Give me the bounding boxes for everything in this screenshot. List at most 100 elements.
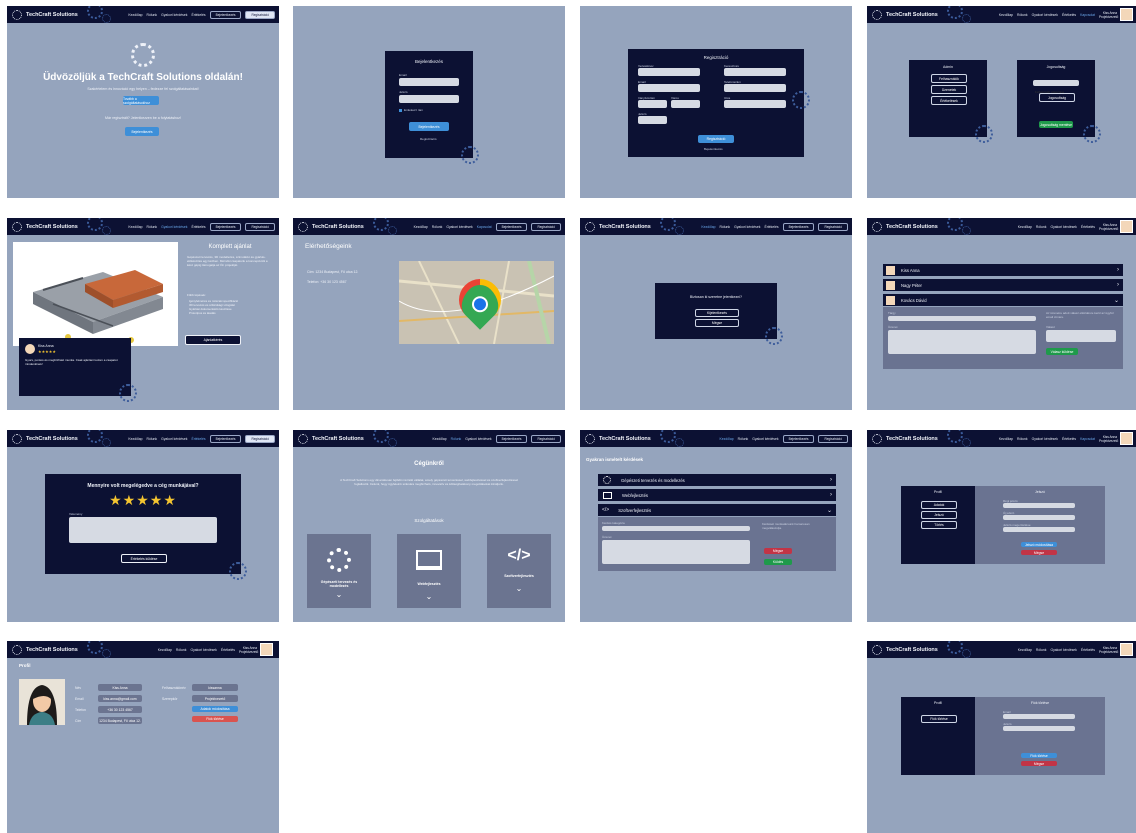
nav-link-faq[interactable]: Gyakori kérdések — [1032, 13, 1058, 17]
send-button[interactable]: Küldés — [764, 559, 792, 565]
services-button[interactable]: Tovább a szolgáltatásokhoz — [123, 96, 159, 105]
nav-link-about[interactable]: Rólunk — [147, 437, 158, 441]
login-button[interactable]: Bejelentkezés — [495, 434, 528, 443]
permission-button[interactable]: Jogosultság — [1039, 93, 1075, 102]
email-field[interactable] — [638, 84, 700, 92]
faq-row[interactable]: Gépészeti tervezés és modellezés › — [598, 474, 836, 486]
nav-link-rating[interactable]: Értékelés — [1062, 13, 1076, 17]
message-row[interactable]: Nagy Péter › — [883, 279, 1123, 291]
profile-delete-button[interactable]: Fiók törlése — [921, 715, 957, 723]
chevron-down-icon[interactable]: ⌄ — [336, 590, 343, 599]
reply-field[interactable] — [1046, 330, 1116, 342]
cancel-button[interactable]: Mégse — [764, 548, 792, 554]
nav-link-faq[interactable]: Gyakori kérdések — [161, 225, 187, 229]
new-password-field[interactable] — [1003, 515, 1075, 520]
nav-link-faq[interactable]: Gyakori kérdések — [161, 13, 187, 17]
nav-link-faq[interactable]: Gyakori kérdések — [1050, 225, 1076, 229]
nav-link-about[interactable]: Rólunk — [1036, 225, 1047, 229]
avatar[interactable] — [1120, 432, 1133, 445]
old-password-field[interactable] — [1003, 503, 1075, 508]
chevron-down-icon[interactable]: ⌄ — [516, 584, 523, 593]
ratings-button[interactable]: Értékelések — [931, 96, 967, 105]
service-card-web[interactable]: Webfejlesztés ⌄ — [397, 534, 461, 608]
user-select[interactable]: Felhasználó választása — [1033, 80, 1079, 94]
remember-checkbox[interactable] — [399, 109, 402, 112]
login-button[interactable]: Bejelentkezés — [209, 434, 242, 443]
message-row[interactable]: Kiss Anna › — [883, 264, 1123, 276]
nav-link-home[interactable]: Kezdőlap — [1018, 225, 1032, 229]
profile-delete-button[interactable]: Törlés — [921, 521, 957, 529]
register-submit-button[interactable]: Regisztráció — [698, 135, 734, 143]
avatar[interactable] — [1120, 8, 1133, 21]
zip-field[interactable] — [638, 100, 667, 108]
nav-link-faq[interactable]: Gyakori kérdések — [161, 437, 187, 441]
send-reply-button[interactable]: Válasz küldése — [1046, 348, 1078, 355]
nav-link-home[interactable]: Kezdőlap — [999, 13, 1013, 17]
edit-profile-button[interactable]: Adatok módosítása — [192, 706, 238, 712]
login-button[interactable]: Bejelentkezés — [782, 434, 815, 443]
nav-link-faq[interactable]: Gyakori kérdések — [752, 437, 778, 441]
city-field[interactable] — [671, 100, 700, 108]
faq-row-open[interactable]: </> Szoftverfejlesztés ⌄ — [598, 504, 836, 516]
password-field[interactable] — [1003, 726, 1075, 731]
login-button[interactable]: Bejelentkezés — [209, 10, 242, 19]
nav-link-faq[interactable]: Gyakori kérdések — [734, 225, 760, 229]
nav-link-rating[interactable]: Értékelés — [191, 13, 205, 17]
nav-link-about[interactable]: Rólunk — [451, 437, 462, 441]
chevron-down-icon[interactable]: ⌄ — [426, 592, 433, 601]
street-field[interactable] — [724, 100, 786, 108]
nav-link-faq[interactable]: Gyakori kérdések — [1050, 648, 1076, 652]
firstname-field[interactable] — [724, 68, 786, 76]
nav-link-home[interactable]: Kezdőlap — [158, 648, 172, 652]
register-button[interactable]: Regisztráció — [818, 434, 848, 443]
login-button[interactable]: Bejelentkezés — [209, 222, 242, 231]
nav-link-home[interactable]: Kezdőlap — [414, 225, 428, 229]
nav-link-rating[interactable]: Értékelés — [221, 648, 235, 652]
nav-link-home[interactable]: Kezdőlap — [128, 13, 142, 17]
nav-link-rating[interactable]: Értékelés — [1062, 437, 1076, 441]
nav-link-rating[interactable]: Értékelés — [191, 225, 205, 229]
nav-link-about[interactable]: Rólunk — [432, 225, 443, 229]
login-button[interactable]: Bejelentkezés — [495, 222, 528, 231]
nav-link-home[interactable]: Kezdőlap — [128, 437, 142, 441]
cancel-button[interactable]: Mégse — [1021, 761, 1057, 766]
nav-link-home[interactable]: Kezdőlap — [720, 437, 734, 441]
back-to-login-link[interactable]: Bejelentkezés — [704, 147, 723, 151]
nav-link-rating[interactable]: Értékelés — [1081, 648, 1095, 652]
nav-link-home[interactable]: Kezdőlap — [999, 437, 1013, 441]
nav-link-about[interactable]: Rólunk — [1017, 437, 1028, 441]
register-link[interactable]: Regisztráció — [420, 137, 437, 141]
nav-link-contact[interactable]: Kapcsolat — [1080, 13, 1095, 17]
service-card-software[interactable]: </> Szoftverfejlesztés ⌄ — [487, 534, 551, 608]
nav-link-home[interactable]: Kezdőlap — [128, 225, 142, 229]
nav-link-faq[interactable]: Gyakori kérdések — [1032, 437, 1058, 441]
users-button[interactable]: Felhasználók — [931, 74, 967, 83]
logout-cancel-button[interactable]: Mégse — [695, 319, 739, 327]
message-row-open[interactable]: Kovács Dávid ⌄ — [883, 294, 1123, 306]
permission-save-button[interactable]: Jogosultság mentése — [1039, 121, 1073, 128]
cancel-button[interactable]: Mégse — [1021, 550, 1057, 555]
email-field[interactable] — [1003, 714, 1075, 719]
messages-button[interactable]: Üzenetek — [931, 85, 967, 94]
avatar[interactable] — [1120, 643, 1133, 656]
password-field[interactable] — [638, 116, 667, 124]
confirm-delete-button[interactable]: Fiók törlése — [1021, 753, 1057, 758]
category-select[interactable] — [602, 526, 750, 531]
password-field[interactable] — [399, 95, 459, 103]
register-button[interactable]: Regisztráció — [245, 434, 275, 443]
nav-link-home[interactable]: Kezdőlap — [433, 437, 447, 441]
nav-link-home[interactable]: Kezdőlap — [1018, 648, 1032, 652]
star-rating[interactable]: ★★★★★ — [45, 492, 241, 509]
nav-link-faq[interactable]: Gyakori kérdések — [465, 437, 491, 441]
nav-link-about[interactable]: Rólunk — [147, 225, 158, 229]
profile-data-button[interactable]: Adatok — [921, 501, 957, 509]
nav-link-about[interactable]: Rólunk — [176, 648, 187, 652]
nav-link-about[interactable]: Rólunk — [147, 13, 158, 17]
nav-link-contact[interactable]: Kapcsolat — [477, 225, 492, 229]
confirm-password-field[interactable] — [1003, 527, 1075, 532]
change-password-button[interactable]: Jelszó módosítása — [1021, 542, 1057, 547]
message-textarea[interactable] — [602, 540, 750, 564]
email-field[interactable] — [399, 78, 459, 86]
delete-account-button[interactable]: Fiók törlése — [192, 716, 238, 722]
profile-password-button[interactable]: Jelszó — [921, 511, 957, 519]
